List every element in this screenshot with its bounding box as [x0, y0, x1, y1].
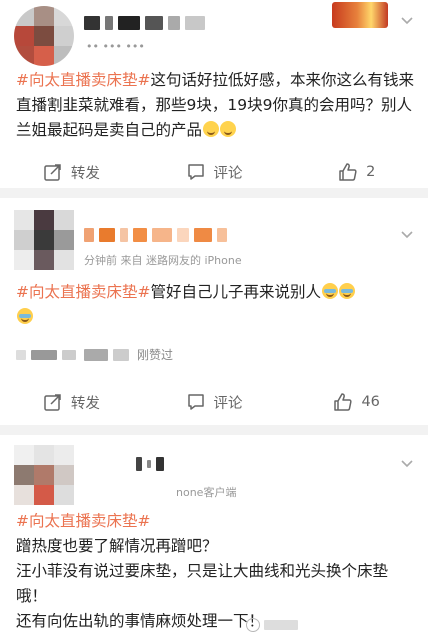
like-button[interactable]: 46 [285, 392, 428, 412]
topic-tag[interactable]: #向太直播卖床垫# [16, 71, 150, 89]
emoji-sweat-icon [220, 121, 237, 137]
watermark [246, 618, 298, 632]
comment-button[interactable]: 评论 [143, 392, 286, 413]
comment-icon [187, 394, 204, 410]
repost-button[interactable]: 转发 [0, 162, 143, 183]
feed-post-3: none客户端 #向太直播卖床垫# 蹭热度也要了解情况再蹭吧？ 汪小菲没有说过要… [0, 435, 428, 640]
watermark-redacted [264, 620, 298, 630]
topic-tag[interactable]: #向太直播卖床垫# [16, 512, 150, 530]
comment-label: 评论 [213, 395, 243, 412]
chevron-down-icon[interactable] [400, 14, 414, 28]
action-bar: 转发 评论 46 [0, 380, 428, 424]
repost-button[interactable]: 转发 [0, 392, 143, 413]
post-content: #向太直播卖床垫#管好自己儿子再来说别人 [16, 280, 416, 330]
like-icon [334, 393, 353, 411]
post-separator [0, 188, 428, 198]
post-meta: 分钟前 来自 迷路网友的 iPhone [84, 254, 242, 267]
emoji-cry-icon [322, 283, 338, 299]
post-content: #向太直播卖床垫#这句话好拉低好感，本来你这么有钱来直播割韭菜就难看，那些9块，… [16, 68, 416, 143]
emoji-cry-icon [17, 308, 33, 324]
weibo-logo-icon [246, 618, 260, 632]
username-redacted[interactable] [136, 457, 164, 471]
repost-label: 转发 [70, 165, 100, 182]
post-content: #向太直播卖床垫# 蹭热度也要了解情况再蹭吧？ 汪小菲没有说过要床垫，只是让大曲… [16, 509, 416, 634]
repost-icon [44, 164, 61, 181]
comment-label: 评论 [213, 165, 243, 182]
topic-tag[interactable]: #向太直播卖床垫# [16, 283, 150, 301]
avatar[interactable] [14, 210, 74, 270]
post-text-line: 蹭热度也要了解情况再蹭吧？ [16, 537, 218, 555]
like-count: 46 [361, 394, 380, 410]
feed-post-1: •• ••• ••• #向太直播卖床垫#这句话好拉低好感，本来你这么有钱来直播割… [0, 0, 428, 188]
feed-post-2: 分钟前 来自 迷路网友的 iPhone #向太直播卖床垫#管好自己儿子再来说别人… [0, 198, 428, 425]
like-button[interactable]: 2 [285, 162, 428, 182]
avatar[interactable] [14, 445, 74, 505]
avatar[interactable] [14, 6, 74, 66]
username-redacted[interactable] [84, 228, 227, 242]
username-redacted[interactable] [84, 16, 205, 30]
liked-by-label: 刚赞过 [137, 348, 174, 362]
like-count: 2 [366, 164, 376, 180]
post-text-line: 还有向佐出轨的事情麻烦处理一下！ [16, 612, 265, 630]
liker-avatars-redacted [16, 349, 76, 360]
emoji-sweat-icon [203, 121, 220, 137]
repost-icon [44, 394, 61, 411]
emoji-cry-icon [339, 283, 355, 299]
repost-label: 转发 [70, 395, 100, 412]
post-meta: none客户端 [176, 486, 237, 499]
like-icon [339, 163, 357, 181]
post-text-line: 汪小菲没有说过要床垫，只是让大曲线和光头换个床垫哦！ [16, 562, 389, 605]
member-banner [332, 2, 388, 28]
comment-button[interactable]: 评论 [143, 162, 286, 183]
post-meta: •• ••• ••• [86, 40, 145, 53]
post-separator [0, 425, 428, 435]
post-text: 管好自己儿子再来说别人 [150, 283, 321, 301]
chevron-down-icon[interactable] [400, 228, 414, 242]
chevron-down-icon[interactable] [400, 457, 414, 471]
comment-icon [187, 164, 204, 180]
liker-names-redacted [84, 348, 129, 361]
liked-by-row[interactable]: 刚赞过 [16, 346, 173, 363]
